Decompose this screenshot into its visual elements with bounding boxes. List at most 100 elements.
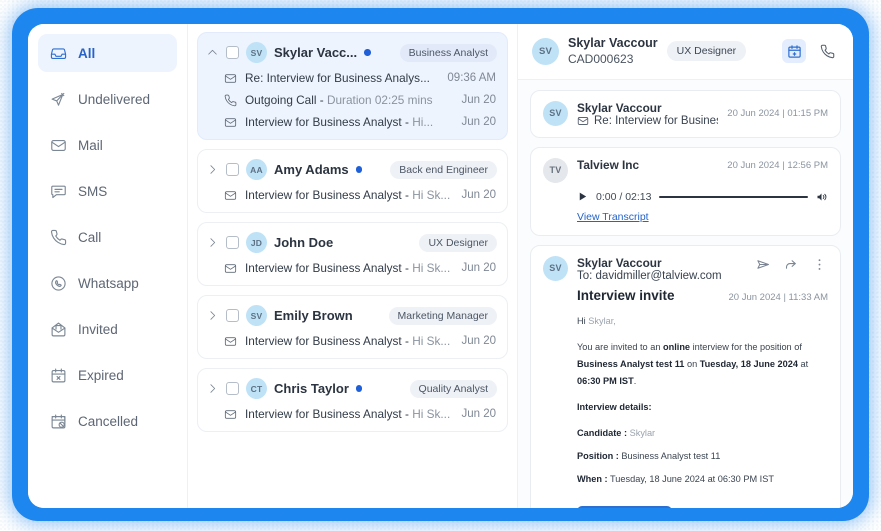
audio-player: 0:00 / 02:13 bbox=[543, 183, 828, 207]
thread-checkbox[interactable] bbox=[226, 236, 239, 249]
when-label: When : bbox=[577, 473, 608, 484]
thread-item[interactable]: SV Emily Brown Marketing Manager Interview … bbox=[197, 295, 508, 359]
message-preview: Re: Interview for Business Analys... bbox=[245, 71, 439, 85]
sidebar-item-label: Call bbox=[78, 229, 102, 245]
envelope-icon bbox=[577, 115, 589, 127]
thread-header[interactable]: SV Skylar Vacc... Business Analyst bbox=[200, 38, 505, 67]
position-value: Business Analyst test 11 bbox=[621, 450, 721, 461]
invite-text-g: at bbox=[797, 358, 809, 369]
message-row[interactable]: Interview for Business Analyst - Hi Sk..… bbox=[200, 184, 505, 206]
sender-name: Skylar Vaccour bbox=[577, 100, 662, 115]
subject-line: Re: Interview for Business Analyst... bbox=[577, 115, 718, 127]
forward-icon[interactable] bbox=[782, 256, 800, 274]
audio-progress-bar[interactable] bbox=[659, 195, 808, 198]
sidebar-item-label: Expired bbox=[78, 367, 124, 383]
detail-header: SV Skylar Vaccour CAD000623 UX Designer bbox=[518, 24, 853, 80]
message-time: Jun 20 bbox=[461, 335, 496, 347]
unread-dot bbox=[355, 166, 363, 173]
card-who: Talview Inc bbox=[577, 158, 718, 172]
thread-header[interactable]: CT Chris Taylor Quality Analyst bbox=[200, 374, 505, 403]
sidebar-item-cancelled[interactable]: Cancelled bbox=[38, 402, 177, 440]
chevron-right-icon[interactable] bbox=[206, 382, 219, 395]
interview-details: Candidate : Skylar Position : Business A… bbox=[577, 425, 828, 488]
role-badge: Business Analyst bbox=[399, 43, 497, 62]
thread-checkbox[interactable] bbox=[226, 309, 239, 322]
role-badge: UX Designer bbox=[666, 41, 747, 62]
message-row[interactable]: Outgoing Call - Duration 02:25 mins Jun 2… bbox=[200, 89, 505, 111]
thread-item[interactable]: JD John Doe UX Designer Interview for Busin… bbox=[197, 222, 508, 286]
message-row[interactable]: Interview for Business Analyst - Hi... Ju… bbox=[200, 111, 505, 133]
sidebar-item-label: Whatsapp bbox=[78, 275, 139, 291]
sender-name: Skylar Vaccour bbox=[577, 255, 662, 270]
card-top: SV Skylar Vaccour To: davidmiller@talvie… bbox=[543, 255, 828, 282]
sidebar-item-label: Cancelled bbox=[78, 413, 139, 429]
sidebar-nav: All Undelivered Mail SMS Call Whatsapp Invited… bbox=[28, 24, 188, 508]
invite-text-position: Business Analyst test 11 bbox=[577, 358, 685, 369]
volume-icon[interactable] bbox=[816, 191, 828, 203]
chevron-right-icon[interactable] bbox=[206, 163, 219, 176]
audio-time: 0:00 / 02:13 bbox=[596, 190, 652, 203]
phone-icon[interactable] bbox=[815, 39, 839, 63]
detail-body: SV Skylar Vaccour Re: Interview for Busi… bbox=[518, 80, 853, 508]
message-preview: Interview for Business Analyst - Hi Sk..… bbox=[245, 407, 453, 421]
message-preview-snippet: Hi Sk... bbox=[412, 188, 451, 202]
sidebar-item-sms[interactable]: SMS bbox=[38, 172, 177, 210]
thread-name: Chris Taylor bbox=[274, 381, 349, 396]
message-row[interactable]: Interview for Business Analyst - Hi Sk..… bbox=[200, 403, 505, 425]
page-root: All Undelivered Mail SMS Call Whatsapp Invited… bbox=[0, 0, 881, 531]
message-card-reply[interactable]: SV Skylar Vaccour Re: Interview for Busi… bbox=[530, 89, 841, 138]
thread-checkbox[interactable] bbox=[226, 163, 239, 176]
invite-text-e: on bbox=[684, 358, 700, 369]
more-vertical-icon[interactable] bbox=[810, 256, 828, 274]
message-preview-snippet: Hi Sk... bbox=[412, 407, 451, 421]
thread-header[interactable]: JD John Doe UX Designer bbox=[200, 228, 505, 257]
thread-checkbox[interactable] bbox=[226, 382, 239, 395]
mail-actions bbox=[754, 256, 828, 274]
chevron-up-icon[interactable] bbox=[206, 46, 219, 59]
thread-name: Skylar Vacc... bbox=[274, 45, 358, 60]
greeting: Hi Skylar, bbox=[577, 313, 828, 330]
avatar: SV bbox=[543, 255, 568, 281]
conversation-list: SV Skylar Vacc... Business Analyst Re: Inte… bbox=[188, 24, 518, 508]
sidebar-item-call[interactable]: Call bbox=[38, 218, 177, 256]
details-heading: Interview details: bbox=[577, 399, 828, 416]
calendar-plus-icon[interactable] bbox=[782, 39, 806, 64]
role-badge: Back end Engineer bbox=[390, 160, 497, 179]
sidebar-item-invited[interactable]: Invited bbox=[38, 310, 177, 348]
candidate-value: Skylar bbox=[629, 427, 656, 438]
timestamp: 20 Jun 2024 | 12:56 PM bbox=[727, 159, 828, 171]
thread-item[interactable]: SV Skylar Vacc... Business Analyst Re: Inte… bbox=[197, 32, 508, 140]
greeting-prefix: Hi bbox=[577, 315, 586, 326]
thread-name: John Doe bbox=[274, 235, 334, 250]
phone-icon bbox=[224, 94, 237, 107]
join-interview-button[interactable]: Join interview bbox=[577, 505, 673, 508]
message-card-call[interactable]: TV Talview Inc 20 Jun 2024 | 12:56 PM 0:… bbox=[530, 146, 841, 236]
thread-header[interactable]: SV Emily Brown Marketing Manager bbox=[200, 301, 505, 330]
sidebar-item-mail[interactable]: Mail bbox=[38, 126, 177, 164]
thread-item[interactable]: AA Amy Adams Back end Engineer Interview fo… bbox=[197, 149, 508, 213]
chevron-right-icon[interactable] bbox=[206, 309, 219, 322]
avatar: CT bbox=[246, 378, 267, 399]
reply-icon[interactable] bbox=[754, 256, 772, 274]
detail-position: Position : Business Analyst test 11 bbox=[577, 448, 828, 465]
thread-item[interactable]: CT Chris Taylor Quality Analyst Interview f… bbox=[197, 368, 508, 432]
play-icon[interactable] bbox=[577, 191, 588, 202]
message-row[interactable]: Interview for Business Analyst - Hi Sk..… bbox=[200, 330, 505, 352]
message-preview-snippet: Hi... bbox=[412, 115, 434, 129]
message-card-mail[interactable]: SV Skylar Vaccour To: davidmiller@talvie… bbox=[530, 244, 841, 508]
view-transcript-link[interactable]: View Transcript bbox=[577, 211, 649, 223]
timestamp: 20 Jun 2024 | 01:15 PM bbox=[727, 107, 828, 119]
message-row[interactable]: Interview for Business Analyst - Hi Sk..… bbox=[200, 257, 505, 279]
avatar: TV bbox=[543, 157, 568, 183]
detail-candidate: Candidate : Skylar bbox=[577, 425, 828, 442]
thread-checkbox[interactable] bbox=[226, 46, 239, 59]
sidebar-item-whatsapp[interactable]: Whatsapp bbox=[38, 264, 177, 302]
card-who: Skylar Vaccour To: davidmiller@talview.c… bbox=[577, 256, 745, 282]
message-row[interactable]: Re: Interview for Business Analys... 09:3… bbox=[200, 67, 505, 89]
chevron-right-icon[interactable] bbox=[206, 236, 219, 249]
sidebar-item-expired[interactable]: Expired bbox=[38, 356, 177, 394]
thread-header[interactable]: AA Amy Adams Back end Engineer bbox=[200, 155, 505, 184]
sidebar-item-all[interactable]: All bbox=[38, 34, 177, 72]
envelope-icon bbox=[224, 335, 237, 348]
sidebar-item-undelivered[interactable]: Undelivered bbox=[38, 80, 177, 118]
